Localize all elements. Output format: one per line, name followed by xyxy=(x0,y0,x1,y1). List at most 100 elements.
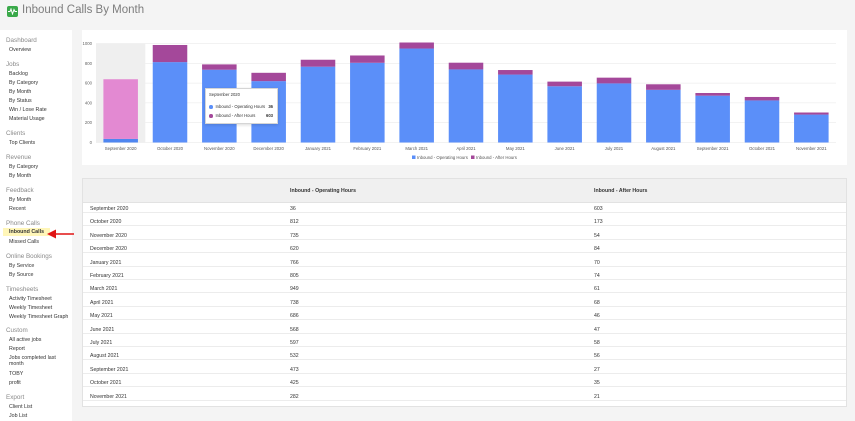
sidebar-item-overview[interactable]: Overview xyxy=(9,47,31,53)
legend-label-after: Inbound - After Hours xyxy=(476,155,517,160)
app-logo-icon xyxy=(7,6,18,17)
sidebar-item-by-source[interactable]: By Source xyxy=(9,272,33,278)
bar-operating xyxy=(744,100,780,143)
y-tick-label: 800 xyxy=(85,61,93,66)
row-operating-value: 568 xyxy=(290,326,299,333)
table-row: January 2021 766 70 xyxy=(83,257,846,267)
row-after-value: 61 xyxy=(594,286,600,293)
row-operating-value: 597 xyxy=(290,340,299,346)
bar-after xyxy=(794,112,829,115)
table-row: November 2020 735 54 xyxy=(83,230,846,240)
tooltip-dot-icon xyxy=(209,105,213,109)
sidebar-item-inbound-calls[interactable]: Inbound Calls xyxy=(3,228,51,236)
row-month: September 2020 xyxy=(90,206,129,212)
y-tick-label: 600 xyxy=(85,81,93,86)
sidebar-section-timesheets: Timesheets xyxy=(6,286,39,293)
bar-after xyxy=(103,79,138,139)
row-after-value: 27 xyxy=(594,366,600,373)
row-after-value: 56 xyxy=(594,353,600,360)
red-arrow-icon xyxy=(47,229,74,239)
row-after-value: 70 xyxy=(594,259,600,266)
x-tick-label: March 2021 xyxy=(405,146,428,151)
table-row: December 2020 620 84 xyxy=(83,243,846,254)
table-row: September 2021 473 27 xyxy=(83,364,846,374)
sidebar-item-job-list[interactable]: Job List xyxy=(9,413,27,419)
row-operating-value: 36 xyxy=(290,206,296,212)
sidebar-item-by-service[interactable]: By Service xyxy=(9,263,34,269)
bar-after xyxy=(547,81,582,87)
top-bar: Inbound Calls By Month xyxy=(0,0,855,26)
tooltip-row-value: 603 xyxy=(266,113,273,118)
row-month: October 2020 xyxy=(90,219,122,226)
x-tick-label: September 2020 xyxy=(105,146,137,151)
sidebar-item-jobs-by-month[interactable]: By Month xyxy=(9,89,31,95)
sidebar-section-phone-calls: Phone Calls xyxy=(6,220,40,227)
sidebar-item-revenue-by-month[interactable]: By Month xyxy=(9,173,31,179)
table-row: March 2021 949 61 xyxy=(83,283,846,294)
sidebar-item-feedback-by-month[interactable]: By Month xyxy=(9,197,31,203)
column-header-operating[interactable]: Inbound - Operating Hours xyxy=(290,188,356,194)
row-after-value: 603 xyxy=(594,206,603,212)
table-row: October 2020 812 173 xyxy=(83,216,846,227)
row-after-value: 84 xyxy=(594,246,600,253)
x-tick-label: September 2021 xyxy=(697,146,729,151)
sidebar-item-activity-timesheet[interactable]: Activity Timesheet xyxy=(9,296,52,302)
page-title: Inbound Calls By Month xyxy=(22,4,145,16)
bar-after xyxy=(448,62,484,70)
row-month: August 2021 xyxy=(90,353,120,360)
legend-label-operating: Inbound - Operating Hours xyxy=(417,155,468,160)
table-row: September 2020 36 603 xyxy=(83,203,846,213)
column-header-after[interactable]: Inbound - After Hours xyxy=(594,188,647,194)
bar-operating xyxy=(695,95,730,143)
bar-operating xyxy=(794,114,829,143)
chart-panel: 0 200 400 600 800 1000 September 2020 October 2… xyxy=(82,30,847,165)
sidebar-item-missed-calls[interactable]: Missed Calls xyxy=(9,239,39,245)
sidebar-section-export: Export xyxy=(6,394,25,401)
row-operating-value: 812 xyxy=(290,219,299,226)
x-tick-label: February 2021 xyxy=(353,146,382,151)
sidebar-item-weekly-timesheet[interactable]: Weekly Timesheet xyxy=(9,305,52,311)
chart-tooltip: September 2020 Inbound - Operating Hours… xyxy=(205,88,278,124)
bar-after xyxy=(152,44,188,63)
row-operating-value: 735 xyxy=(290,232,299,239)
sidebar-item-backlog[interactable]: Backlog xyxy=(9,71,28,77)
sidebar-item-revenue-by-category[interactable]: By Category xyxy=(9,164,38,170)
sidebar-section-jobs: Jobs xyxy=(6,61,20,68)
row-after-value: 21 xyxy=(594,393,600,400)
row-after-value: 74 xyxy=(594,273,600,279)
x-tick-label: July 2021 xyxy=(605,146,624,151)
sidebar-item-profit[interactable]: profit xyxy=(9,380,21,386)
tooltip-row-label: Inbound - Operating Hours xyxy=(215,104,266,109)
bar-after xyxy=(695,93,730,96)
sidebar-item-material-usage[interactable]: Material Usage xyxy=(9,116,45,122)
table-row: August 2021 532 56 xyxy=(83,350,846,361)
sidebar-item-weekly-timesheet-graph[interactable]: Weekly Timesheet Graph xyxy=(9,314,68,320)
sidebar-item-jobs-by-status[interactable]: By Status xyxy=(9,98,32,104)
row-operating-value: 738 xyxy=(290,299,299,306)
y-tick-label: 1000 xyxy=(82,41,92,46)
bar-operating xyxy=(350,62,385,143)
sidebar-section-feedback: Feedback xyxy=(6,187,34,194)
sidebar-item-client-list[interactable]: Client List xyxy=(9,404,32,410)
row-month: May 2021 xyxy=(90,313,113,320)
bar-after xyxy=(744,96,780,101)
x-tick-label: August 2021 xyxy=(651,146,676,151)
sidebar-item-jobs-by-category[interactable]: By Category xyxy=(9,80,38,86)
sidebar-item-report[interactable]: Report xyxy=(9,346,25,352)
sidebar-item-jobs-completed-last-month[interactable]: Jobs completed last month xyxy=(9,355,69,367)
sidebar-item-feedback-recent[interactable]: Recent xyxy=(9,206,26,212)
bar-operating xyxy=(596,83,632,143)
sidebar: Dashboard Overview Jobs Backlog By Categ… xyxy=(0,30,72,421)
table-header: Inbound - Operating Hours Inbound - Afte… xyxy=(83,179,846,203)
tooltip-row-operating: Inbound - Operating Hours 36 xyxy=(209,104,275,110)
sidebar-item-win-lose-rate[interactable]: Win / Lose Rate xyxy=(9,107,47,113)
x-tick-label: October 2021 xyxy=(749,146,776,151)
sidebar-item-top-clients[interactable]: Top Clients xyxy=(9,140,35,146)
sidebar-item-toby[interactable]: TOBY xyxy=(9,371,23,377)
row-after-value: 58 xyxy=(594,340,600,346)
row-month: July 2021 xyxy=(90,340,113,346)
x-tick-label: May 2021 xyxy=(506,146,525,151)
table-row: November 2021 282 21 xyxy=(83,391,846,401)
legend-swatch-operating xyxy=(412,155,416,159)
sidebar-item-all-active-jobs[interactable]: All active jobs xyxy=(9,337,41,343)
